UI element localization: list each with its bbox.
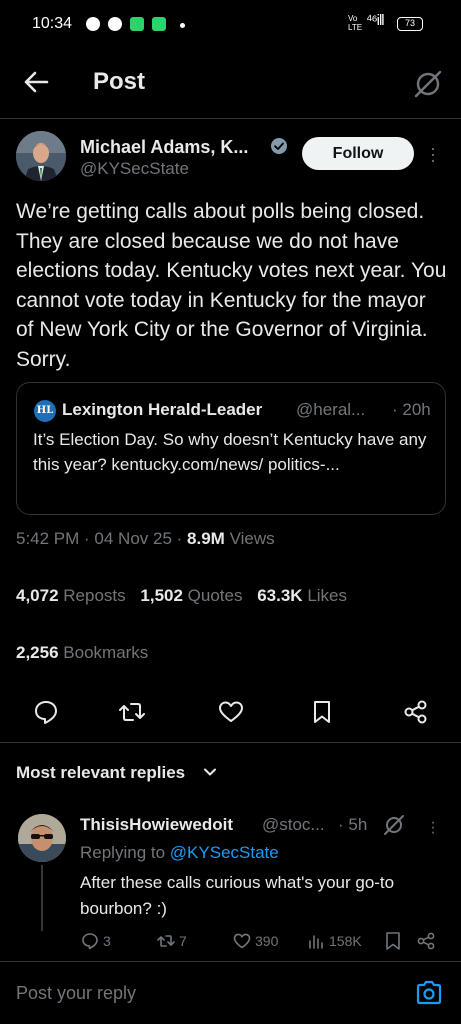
camera-icon[interactable] [414,978,444,1008]
views-chart-icon [309,935,323,949]
bookmark-icon[interactable] [308,698,336,726]
status-time: 10:34 [32,15,73,32]
page-title: Post [93,68,146,95]
battery-icon: 73 [397,17,423,31]
arrow-left-icon[interactable] [22,66,50,98]
post-date: 04 Nov 25 [94,529,172,548]
reply-icon [82,933,98,950]
reply-replies-button[interactable]: 3 [80,930,111,952]
author-avatar[interactable] [16,131,66,181]
quoted-author-name: Lexington Herald-Leader [62,400,263,419]
grok-icon[interactable] [413,69,443,99]
thread-line [41,865,43,931]
section-divider [0,742,461,743]
reply-bookmark-icon[interactable] [384,931,402,951]
quoted-author-handle: @heral... [296,400,366,419]
reply-author-handle[interactable]: @stoc... [262,815,325,835]
messenger-notification-icon [108,17,122,31]
shield-notification-icon [152,17,166,31]
repost-icon [157,935,175,947]
reply-input[interactable] [16,983,376,1004]
quoted-post[interactable]: HL Lexington Herald-Leader @heral... · 2… [16,382,446,515]
reply-reposts-button[interactable]: 7 [156,930,187,952]
status-bar: 10:34 Vo LTE ⁴⁶ill 73 [0,0,461,48]
post-metadata: 5:42 PM · 04 Nov 25 · 8.9M Views [16,529,275,548]
reposts-stat[interactable]: 4,072 Reposts [16,586,126,605]
replying-to-handle[interactable]: @KYSecState [170,843,279,862]
likes-stat[interactable]: 63.3K Likes [257,586,347,605]
reply-views-button[interactable]: 158K [306,930,362,952]
grok-icon[interactable] [383,814,405,836]
post-time: 5:42 PM [16,529,80,548]
post-text: We’re getting calls about polls being cl… [16,200,447,371]
more-notifications-dot [180,23,185,28]
reply-text: After these calls curious what's your go… [80,873,395,918]
composer-divider [0,961,461,962]
app-notification-icon [130,17,144,31]
follow-button[interactable]: Follow [302,137,414,170]
reply-share-icon[interactable] [416,931,436,951]
header-divider [0,118,461,119]
reply-author-avatar[interactable] [18,814,66,862]
more-options-icon[interactable]: · · · [424,139,442,169]
engagement-stats: 4,072 Reposts 1,502 Quotes 63.3K Likes [16,586,357,606]
replying-to: Replying to @KYSecState [80,843,279,862]
reply-time: · 5h [338,815,368,834]
verified-badge-icon [271,138,287,154]
quoted-post-text: It’s Election Day. So why doesn’t Kentuc… [33,430,427,474]
reply-icon[interactable] [32,698,60,726]
quoted-author-logo: HL [34,400,56,422]
quoted-post-time: · 20h [392,400,431,419]
chevron-down-icon[interactable] [202,764,218,780]
like-heart-icon[interactable] [217,698,245,726]
reply-author-name[interactable]: ThisisHowiewedoit [80,815,233,835]
views-label: Views [229,529,275,548]
chat-notification-icon [86,17,100,31]
signal-icon: ⁴⁶ill [366,12,385,29]
author-handle[interactable]: @KYSecState [80,159,189,179]
like-heart-icon [233,933,251,949]
replies-sort-label[interactable]: Most relevant replies [16,763,185,783]
views-count: 8.9M [187,529,225,548]
share-icon[interactable] [402,698,430,726]
quotes-stat[interactable]: 1,502 Quotes [140,586,242,605]
bookmarks-stat[interactable]: 2,256 Bookmarks [16,643,158,663]
author-name[interactable]: Michael Adams, K... [80,137,248,158]
network-indicator: Vo LTE [348,14,363,32]
repost-icon[interactable] [118,698,146,726]
reply-likes-button[interactable]: 390 [232,930,278,952]
reply-more-options-icon[interactable]: · · · [426,815,440,841]
